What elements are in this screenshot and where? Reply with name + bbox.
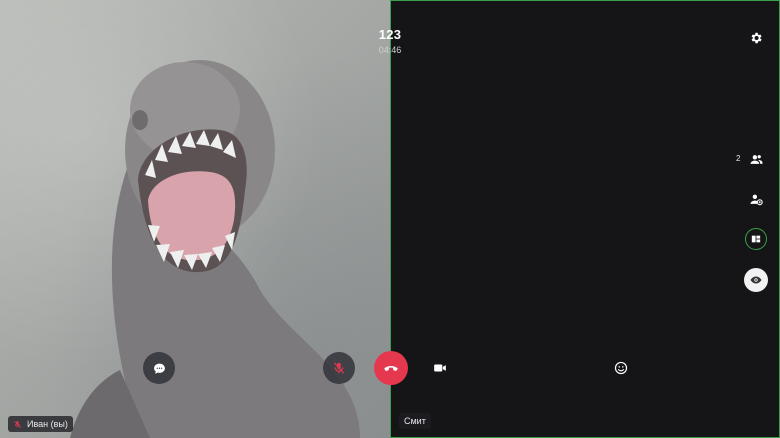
invite-button[interactable] bbox=[746, 189, 766, 209]
remote-name-label: Смит bbox=[404, 416, 426, 426]
camera-icon bbox=[434, 364, 446, 372]
local-name-label: Иван (вы) bbox=[27, 419, 68, 429]
emoji-icon bbox=[614, 361, 628, 375]
mute-button[interactable] bbox=[323, 352, 355, 384]
hangup-icon bbox=[384, 366, 398, 372]
layout-button[interactable] bbox=[745, 228, 767, 250]
hangup-button[interactable] bbox=[374, 351, 408, 385]
call-timer: 04:46 bbox=[378, 45, 402, 55]
emoji-button[interactable] bbox=[605, 352, 637, 384]
settings-button[interactable] bbox=[746, 28, 766, 48]
chat-button[interactable] bbox=[143, 352, 175, 384]
mic-off-icon bbox=[333, 362, 345, 374]
call-title: 123 bbox=[378, 27, 402, 42]
remote-name-tag: Смит bbox=[399, 413, 431, 429]
add-person-icon bbox=[750, 194, 763, 205]
layout-icon bbox=[751, 235, 761, 243]
eye-icon bbox=[750, 276, 762, 284]
chat-icon bbox=[153, 363, 165, 374]
participants-count: 2 bbox=[736, 154, 741, 163]
view-button[interactable] bbox=[744, 268, 768, 292]
mic-off-small-icon bbox=[14, 420, 21, 428]
gear-icon bbox=[751, 32, 762, 44]
camera-button[interactable] bbox=[424, 352, 456, 384]
participants-button[interactable] bbox=[746, 149, 766, 169]
call-header: 123 04:46 bbox=[340, 27, 440, 55]
local-name-tag: Иван (вы) bbox=[8, 416, 73, 432]
people-icon bbox=[750, 154, 762, 164]
